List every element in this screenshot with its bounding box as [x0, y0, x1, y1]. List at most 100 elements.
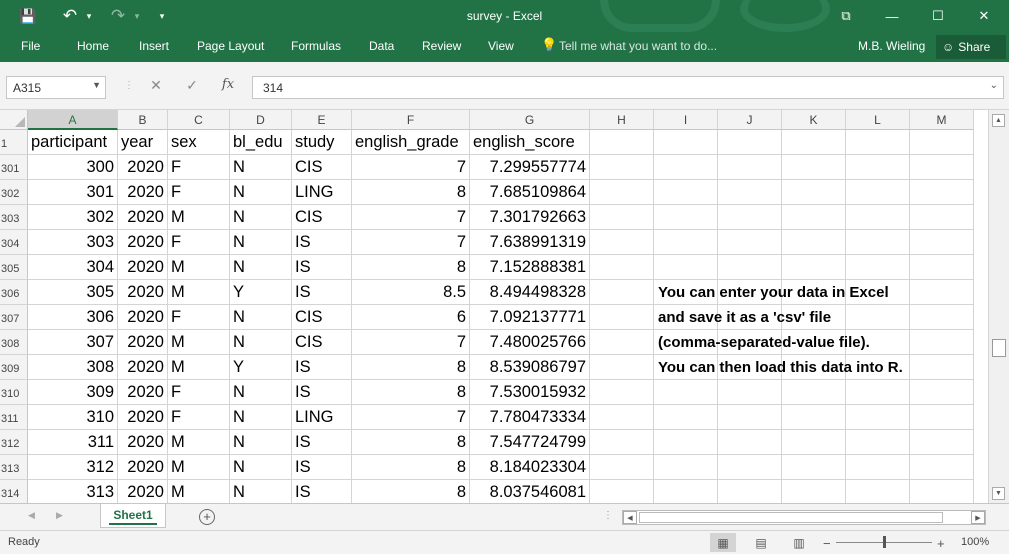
zoom-in-icon[interactable]: +: [937, 536, 945, 551]
table-cell[interactable]: 8.5: [352, 280, 470, 305]
table-cell[interactable]: [718, 230, 782, 255]
table-cell[interactable]: [590, 255, 654, 280]
table-cell[interactable]: 7.299557774: [470, 155, 590, 180]
header-cell[interactable]: [846, 130, 910, 155]
table-cell[interactable]: F: [168, 305, 230, 330]
enter-icon[interactable]: ✓: [181, 77, 203, 97]
table-cell[interactable]: [782, 480, 846, 503]
table-cell[interactable]: M: [168, 455, 230, 480]
close-button[interactable]: ✕: [961, 0, 1007, 32]
table-cell[interactable]: [590, 405, 654, 430]
table-cell[interactable]: 2020: [118, 255, 168, 280]
header-cell[interactable]: english_grade: [352, 130, 470, 155]
row-header[interactable]: 302: [0, 180, 28, 205]
table-cell[interactable]: [590, 280, 654, 305]
table-cell[interactable]: [654, 205, 718, 230]
table-cell[interactable]: F: [168, 230, 230, 255]
table-cell[interactable]: [846, 255, 910, 280]
table-cell[interactable]: [910, 305, 974, 330]
table-cell[interactable]: 7: [352, 230, 470, 255]
table-cell[interactable]: N: [230, 455, 292, 480]
table-cell[interactable]: 8: [352, 180, 470, 205]
table-cell[interactable]: F: [168, 405, 230, 430]
table-cell[interactable]: [654, 405, 718, 430]
table-cell[interactable]: [910, 430, 974, 455]
column-header-g[interactable]: G: [470, 110, 590, 130]
table-cell[interactable]: [910, 380, 974, 405]
vertical-scroll-thumb[interactable]: [992, 339, 1006, 357]
table-cell[interactable]: [846, 430, 910, 455]
table-cell[interactable]: N: [230, 430, 292, 455]
table-cell[interactable]: IS: [292, 380, 352, 405]
table-cell[interactable]: [910, 255, 974, 280]
table-cell[interactable]: 8.184023304: [470, 455, 590, 480]
table-cell[interactable]: IS: [292, 455, 352, 480]
table-cell[interactable]: N: [230, 155, 292, 180]
table-cell[interactable]: 7.092137771: [470, 305, 590, 330]
horizontal-scroll-thumb[interactable]: [639, 512, 943, 523]
table-cell[interactable]: 304: [28, 255, 118, 280]
table-cell[interactable]: 7.638991319: [470, 230, 590, 255]
table-cell[interactable]: [590, 430, 654, 455]
tab-page-layout[interactable]: Page Layout: [197, 39, 264, 53]
table-cell[interactable]: 307: [28, 330, 118, 355]
select-all-corner[interactable]: [0, 110, 28, 130]
expand-formula-bar-icon[interactable]: ⌄: [990, 80, 998, 91]
table-cell[interactable]: [590, 455, 654, 480]
table-cell[interactable]: [910, 230, 974, 255]
table-cell[interactable]: [654, 180, 718, 205]
table-cell[interactable]: N: [230, 230, 292, 255]
table-cell[interactable]: [846, 405, 910, 430]
vertical-scrollbar[interactable]: ▲ ▼: [988, 110, 1009, 503]
table-cell[interactable]: [910, 280, 974, 305]
table-cell[interactable]: 7: [352, 405, 470, 430]
table-cell[interactable]: IS: [292, 355, 352, 380]
table-cell[interactable]: [654, 230, 718, 255]
scroll-left-icon[interactable]: ◀: [623, 511, 637, 524]
column-header-k[interactable]: K: [782, 110, 846, 130]
table-cell[interactable]: 303: [28, 230, 118, 255]
table-cell[interactable]: IS: [292, 480, 352, 503]
table-cell[interactable]: N: [230, 205, 292, 230]
tell-me-search[interactable]: Tell me what you want to do...: [559, 39, 717, 53]
formula-input[interactable]: 314 ⌄: [252, 76, 1004, 99]
user-name[interactable]: M.B. Wieling: [858, 39, 925, 53]
table-cell[interactable]: CIS: [292, 330, 352, 355]
table-cell[interactable]: [910, 455, 974, 480]
table-cell[interactable]: [654, 430, 718, 455]
table-cell[interactable]: [910, 330, 974, 355]
table-cell[interactable]: 306: [28, 305, 118, 330]
table-cell[interactable]: 313: [28, 480, 118, 503]
header-cell[interactable]: english_score: [470, 130, 590, 155]
column-header-m[interactable]: M: [910, 110, 974, 130]
table-cell[interactable]: 2020: [118, 180, 168, 205]
table-cell[interactable]: [846, 180, 910, 205]
table-cell[interactable]: [782, 430, 846, 455]
row-header[interactable]: 305: [0, 255, 28, 280]
table-cell[interactable]: [718, 405, 782, 430]
table-cell[interactable]: 7.780473334: [470, 405, 590, 430]
table-cell[interactable]: [654, 380, 718, 405]
table-cell[interactable]: 7.152888381: [470, 255, 590, 280]
table-cell[interactable]: 2020: [118, 305, 168, 330]
table-cell[interactable]: 7.301792663: [470, 205, 590, 230]
table-cell[interactable]: F: [168, 155, 230, 180]
table-cell[interactable]: 310: [28, 405, 118, 430]
tab-insert[interactable]: Insert: [139, 39, 169, 53]
column-header-e[interactable]: E: [292, 110, 352, 130]
header-cell[interactable]: study: [292, 130, 352, 155]
table-cell[interactable]: 2020: [118, 230, 168, 255]
table-cell[interactable]: [910, 355, 974, 380]
table-cell[interactable]: [718, 430, 782, 455]
table-cell[interactable]: [910, 405, 974, 430]
zoom-slider-knob[interactable]: [883, 536, 886, 548]
share-button[interactable]: ☺ Share: [936, 35, 1006, 59]
table-cell[interactable]: [590, 380, 654, 405]
table-cell[interactable]: [782, 380, 846, 405]
add-sheet-icon[interactable]: +: [199, 509, 215, 525]
table-cell[interactable]: 311: [28, 430, 118, 455]
table-cell[interactable]: [654, 255, 718, 280]
row-header[interactable]: 312: [0, 430, 28, 455]
table-cell[interactable]: 300: [28, 155, 118, 180]
header-cell[interactable]: [782, 130, 846, 155]
